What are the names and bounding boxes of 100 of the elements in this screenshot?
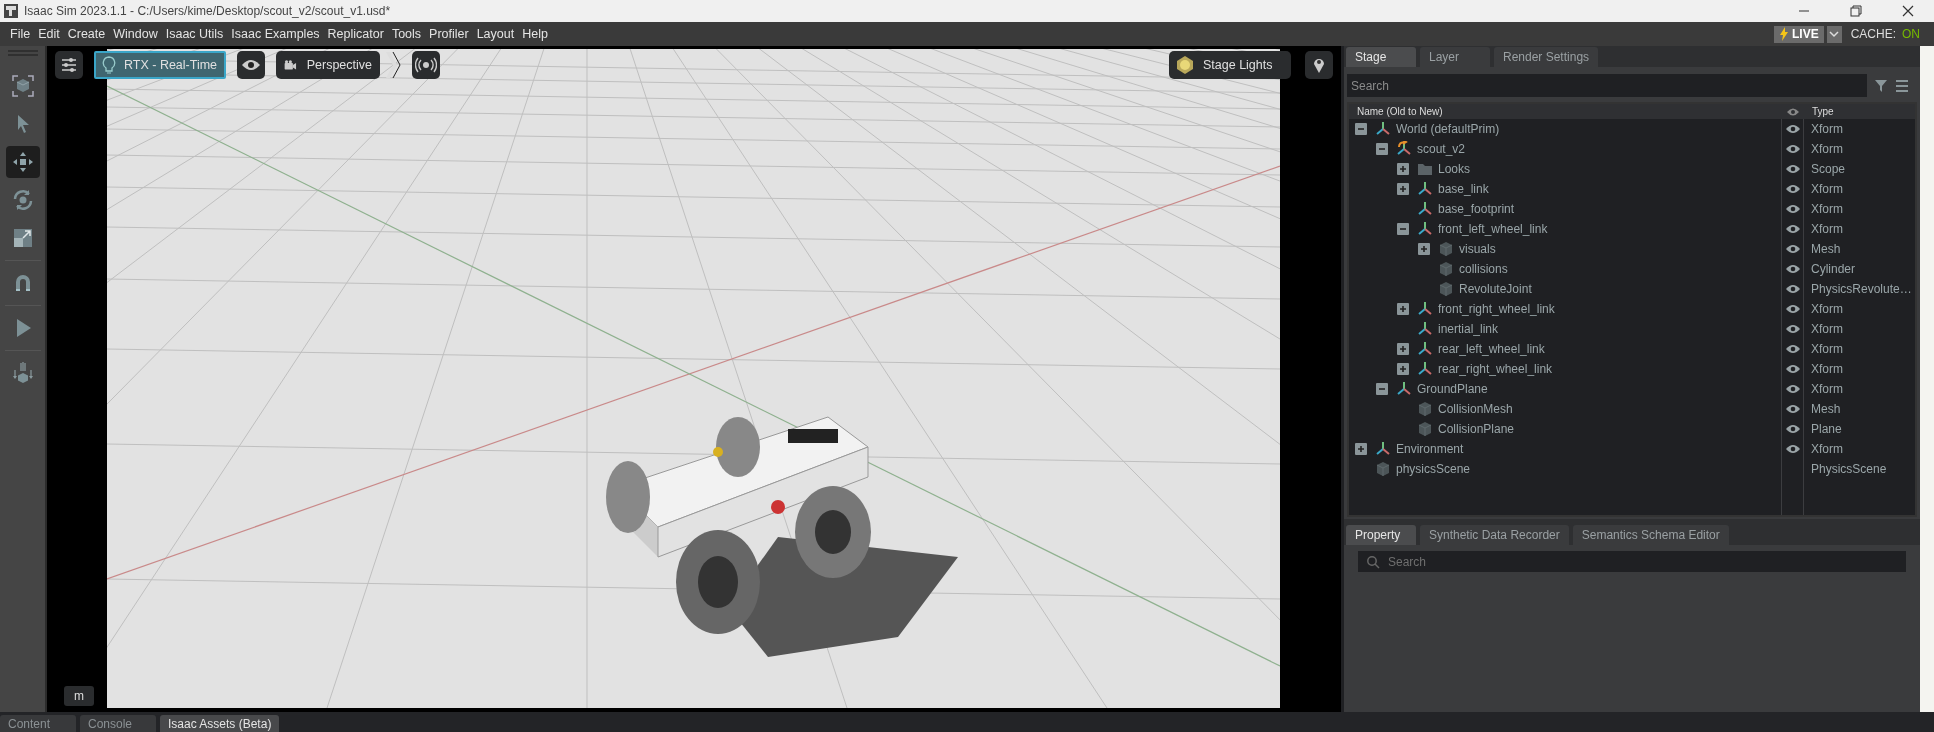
- tree-item-label[interactable]: visuals: [1459, 242, 1496, 256]
- hotkey-badge: m: [64, 686, 94, 706]
- tree-item-label[interactable]: Environment: [1396, 442, 1464, 456]
- expand-icon[interactable]: [1355, 443, 1367, 455]
- tree-item-label[interactable]: inertial_link: [1438, 322, 1499, 336]
- type-cell: Plane: [1811, 422, 1842, 436]
- eye-icon[interactable]: [1784, 443, 1801, 455]
- stage-lights-button[interactable]: Stage Lights: [1169, 51, 1291, 79]
- tree-item-label[interactable]: front_left_wheel_link: [1438, 222, 1548, 236]
- panel-tab[interactable]: Isaac Assets (Beta): [160, 715, 280, 732]
- expand-icon[interactable]: [1397, 343, 1409, 355]
- type-cell: PhysicsScene: [1811, 462, 1887, 476]
- panel-tab[interactable]: Layer: [1420, 47, 1490, 67]
- column-header[interactable]: Name (Old to New): [1349, 106, 1782, 117]
- eye-icon[interactable]: [1784, 423, 1801, 435]
- collapse-icon[interactable]: [1376, 383, 1388, 395]
- menu-item[interactable]: Isaac Utils: [161, 27, 228, 41]
- tree-item-label[interactable]: scout_v2: [1417, 142, 1466, 156]
- eye-icon[interactable]: [1784, 243, 1801, 255]
- menu-icon: [1895, 78, 1909, 93]
- search-field[interactable]: Search: [1347, 74, 1867, 97]
- live-button[interactable]: LIVE: [1774, 25, 1824, 43]
- menu-item[interactable]: Replicator: [323, 27, 388, 41]
- menu-item[interactable]: Profiler: [425, 27, 473, 41]
- tree-item-label[interactable]: rear_left_wheel_link: [1438, 342, 1545, 356]
- eye-icon[interactable]: [1784, 343, 1801, 355]
- eye-icon[interactable]: [1784, 223, 1801, 235]
- location-button[interactable]: [1305, 51, 1333, 79]
- axes-icon: [1417, 201, 1433, 217]
- expand-icon[interactable]: [1397, 163, 1409, 175]
- tree-item-label[interactable]: physicsScene: [1396, 462, 1471, 476]
- cube-icon: [1375, 461, 1391, 477]
- viewport-settings-button[interactable]: [55, 51, 83, 79]
- collapse-icon[interactable]: [1376, 143, 1388, 155]
- panel-tab[interactable]: Console: [80, 715, 156, 732]
- axes-icon: [1417, 301, 1433, 317]
- tree-item-label[interactable]: RevoluteJoint: [1459, 282, 1532, 296]
- menu-item[interactable]: Create: [63, 27, 110, 41]
- type-cell: Xform: [1811, 322, 1843, 336]
- eye-icon[interactable]: [1784, 283, 1801, 295]
- menu-item[interactable]: Tools: [387, 27, 426, 41]
- cube-icon: [1417, 421, 1433, 437]
- expand-icon[interactable]: [1418, 243, 1430, 255]
- tree-item-label[interactable]: CollisionPlane: [1438, 422, 1515, 436]
- tree-item-label[interactable]: CollisionMesh: [1438, 402, 1513, 416]
- type-cell: Xform: [1811, 222, 1843, 236]
- collapse-icon[interactable]: [1397, 223, 1409, 235]
- panel-tab[interactable]: Content: [0, 715, 76, 732]
- tree-item-label[interactable]: base_link: [1438, 182, 1489, 196]
- eye-icon[interactable]: [1784, 263, 1801, 275]
- eye-icon[interactable]: [1784, 383, 1801, 395]
- camera-button[interactable]: Perspective: [276, 51, 380, 79]
- tree-item-label[interactable]: GroundPlane: [1417, 382, 1488, 396]
- eye-icon[interactable]: [1784, 143, 1801, 155]
- menu-item[interactable]: Window: [109, 27, 162, 41]
- menu-item[interactable]: Isaac Examples: [227, 27, 324, 41]
- collapse-icon[interactable]: [1355, 123, 1367, 135]
- expand-icon[interactable]: [1397, 303, 1409, 315]
- eye-icon[interactable]: [1784, 183, 1801, 195]
- eye-icon[interactable]: [1784, 163, 1801, 175]
- axes-reference-icon: [1396, 141, 1412, 157]
- panel-tab[interactable]: Semantics Schema Editor: [1572, 525, 1729, 545]
- search-field[interactable]: Search: [1358, 551, 1906, 572]
- menu-item[interactable]: Edit: [34, 27, 64, 41]
- filter-icon: [1874, 78, 1888, 93]
- eye-icon[interactable]: [1784, 203, 1801, 215]
- eye-icon: [241, 58, 261, 72]
- panel-tab[interactable]: Synthetic Data Recorder: [1420, 525, 1569, 545]
- tree-item-label[interactable]: collisions: [1459, 262, 1508, 276]
- panel-tab[interactable]: Stage: [1346, 47, 1416, 67]
- type-cell: Xform: [1811, 342, 1843, 356]
- live-dropdown[interactable]: [1826, 25, 1842, 43]
- eye-icon[interactable]: [1784, 363, 1801, 375]
- eye-icon[interactable]: [1784, 123, 1801, 135]
- tree-item-label[interactable]: front_right_wheel_link: [1438, 302, 1555, 316]
- visibility-button[interactable]: [237, 51, 265, 79]
- column-header[interactable]: Type: [1804, 106, 1834, 117]
- type-cell: Cylinder: [1811, 262, 1855, 276]
- sensor-button[interactable]: [412, 51, 440, 79]
- type-cell: Xform: [1811, 122, 1843, 136]
- eye-icon[interactable]: [1784, 403, 1801, 415]
- tree-item-label[interactable]: World (defaultPrim): [1396, 122, 1500, 136]
- eye-icon[interactable]: [1784, 323, 1801, 335]
- tree-item-label[interactable]: rear_right_wheel_link: [1438, 362, 1553, 376]
- menu-item[interactable]: File: [6, 27, 35, 41]
- menu-item[interactable]: Help: [518, 27, 552, 41]
- renderer-button[interactable]: RTX - Real-Time: [94, 51, 226, 79]
- panel-tab[interactable]: Render Settings: [1494, 47, 1599, 67]
- move-tool-button[interactable]: [5, 146, 40, 178]
- eye-icon[interactable]: [1784, 303, 1801, 315]
- sliders-icon: [60, 56, 78, 74]
- menu-item[interactable]: Layout: [472, 27, 519, 41]
- lightbulb-icon: [102, 56, 116, 74]
- folder-icon: [1417, 161, 1433, 177]
- chevron-icon: [385, 51, 401, 79]
- panel-tab[interactable]: Property: [1346, 525, 1416, 545]
- expand-icon[interactable]: [1397, 363, 1409, 375]
- expand-icon[interactable]: [1397, 183, 1409, 195]
- tree-item-label[interactable]: base_footprint: [1438, 202, 1515, 216]
- tree-item-label[interactable]: Looks: [1438, 162, 1471, 176]
